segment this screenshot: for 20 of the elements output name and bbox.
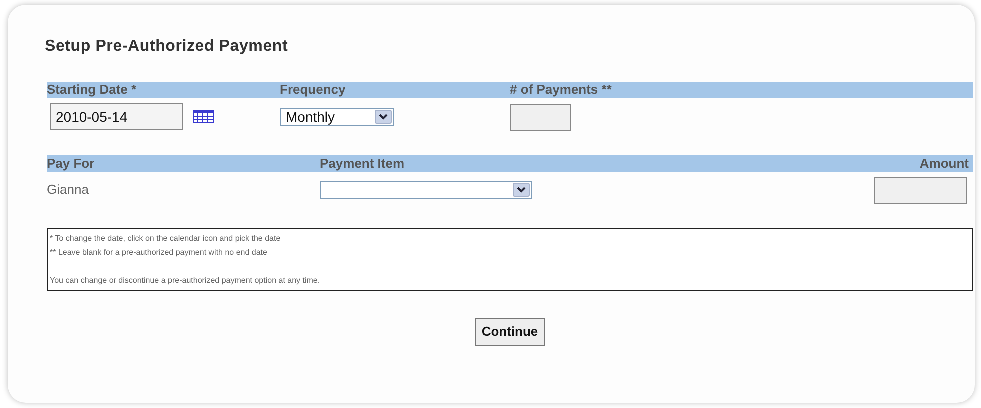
column-header: # of Payments ** (510, 81, 612, 100)
page-title: Setup Pre-Authorized Payment (45, 37, 290, 57)
chevron-down-icon (517, 187, 526, 193)
dropdown[interactable] (320, 181, 532, 199)
column-header: Amount (920, 154, 969, 173)
note-text: You can change or discontinue a pre-authorized payment option at any time. (50, 275, 322, 287)
column-header: Frequency (280, 81, 347, 100)
calendar-icon[interactable] (193, 110, 214, 123)
dropdown[interactable]: Monthly (280, 108, 394, 126)
column-header: Starting Date * (47, 81, 138, 100)
continue-button[interactable]: Continue (474, 318, 546, 346)
note-text: * To change the date, click on the calendar icon and pick the date (50, 233, 282, 245)
table-cell-text: Gianna (47, 181, 90, 200)
payments-count-field[interactable] (510, 104, 571, 131)
date-field[interactable]: 2010-05-14 (50, 103, 183, 130)
column-header: Payment Item (320, 154, 406, 173)
column-header: Pay For (47, 154, 96, 173)
chevron-down-icon (379, 114, 388, 120)
amount-field[interactable] (874, 176, 967, 204)
note-text: ** Leave blank for a pre-authorized payment with no end date (50, 247, 268, 259)
